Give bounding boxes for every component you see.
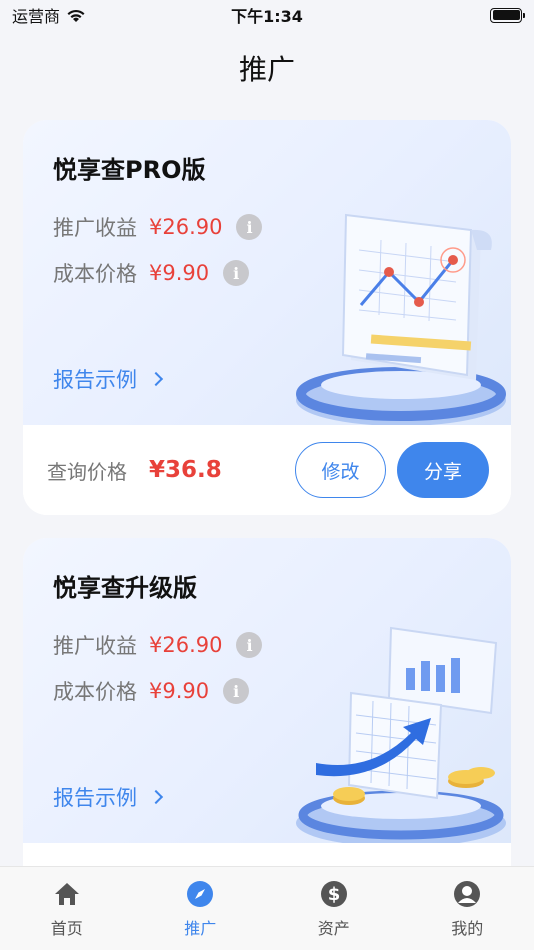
card-title: 悦享查升级版 bbox=[53, 574, 197, 602]
page-title: 推广 bbox=[238, 53, 295, 86]
home-icon bbox=[52, 879, 82, 909]
income-label: 推广收益 bbox=[53, 634, 137, 658]
income-row: 推广收益 ¥26.90 i bbox=[53, 212, 263, 242]
product-card-pro: 悦享查PRO版 推广收益 ¥26.90 i 成本价格 ¥9.90 i 报告示例 bbox=[23, 120, 511, 515]
wifi-icon bbox=[67, 9, 85, 22]
cost-label: 成本价格 bbox=[53, 262, 137, 286]
income-row: 推广收益 ¥26.90 i bbox=[53, 630, 263, 660]
status-left: 运营商 bbox=[12, 3, 86, 27]
user-icon bbox=[452, 879, 482, 909]
info-icon[interactable]: i bbox=[236, 214, 263, 240]
tab-label: 首页 bbox=[50, 919, 83, 938]
income-value: ¥26.90 bbox=[149, 633, 223, 657]
query-price-value: ¥36.8 bbox=[149, 457, 222, 483]
info-icon[interactable]: i bbox=[236, 632, 263, 658]
battery-icon bbox=[490, 7, 525, 23]
status-bar: 运营商 下午1:34 bbox=[0, 0, 534, 30]
svg-text:$: $ bbox=[327, 884, 340, 905]
query-price-label: 查询价格 bbox=[47, 459, 127, 484]
tab-label: 资产 bbox=[317, 919, 350, 938]
share-button[interactable]: 分享 bbox=[397, 442, 489, 498]
info-icon[interactable]: i bbox=[223, 678, 250, 704]
cost-value: ¥9.90 bbox=[149, 679, 210, 703]
report-link-label: 报告示例 bbox=[53, 786, 137, 810]
income-label: 推广收益 bbox=[53, 216, 137, 240]
tab-promote[interactable]: 推广 bbox=[134, 867, 268, 950]
cost-value: ¥9.90 bbox=[149, 261, 210, 285]
report-link-label: 报告示例 bbox=[53, 368, 137, 392]
chart-report-illustration bbox=[296, 213, 506, 425]
card-header-area: 悦享查升级版 推广收益 ¥26.90 i 成本价格 ¥9.90 i 报告示例 bbox=[23, 538, 511, 843]
chevron-right-icon bbox=[148, 371, 164, 387]
dollar-icon: $ bbox=[319, 879, 349, 909]
income-value: ¥26.90 bbox=[149, 215, 223, 239]
card-title: 悦享查PRO版 bbox=[53, 156, 206, 184]
info-icon[interactable]: i bbox=[223, 260, 250, 286]
growth-chart-illustration bbox=[296, 626, 506, 843]
tab-bar: 首页 推广 $ 资产 我的 bbox=[0, 866, 534, 950]
report-example-link[interactable]: 报告示例 bbox=[53, 364, 164, 394]
tab-assets[interactable]: $ 资产 bbox=[267, 867, 401, 950]
card-header-area: 悦享查PRO版 推广收益 ¥26.90 i 成本价格 ¥9.90 i 报告示例 bbox=[23, 120, 511, 425]
tab-label: 推广 bbox=[184, 919, 217, 938]
tab-mine[interactable]: 我的 bbox=[401, 867, 534, 950]
tab-home[interactable]: 首页 bbox=[0, 867, 134, 950]
cost-label: 成本价格 bbox=[53, 680, 137, 704]
edit-button[interactable]: 修改 bbox=[295, 442, 386, 498]
chevron-right-icon bbox=[148, 789, 164, 805]
card-footer: 查询价格 ¥36.8 修改 分享 bbox=[23, 425, 511, 515]
compass-icon bbox=[185, 879, 215, 909]
tab-label: 我的 bbox=[451, 919, 484, 938]
cost-row: 成本价格 ¥9.90 i bbox=[53, 676, 250, 706]
report-example-link[interactable]: 报告示例 bbox=[53, 782, 164, 812]
carrier-label: 运营商 bbox=[12, 7, 61, 26]
cost-row: 成本价格 ¥9.90 i bbox=[53, 258, 250, 288]
